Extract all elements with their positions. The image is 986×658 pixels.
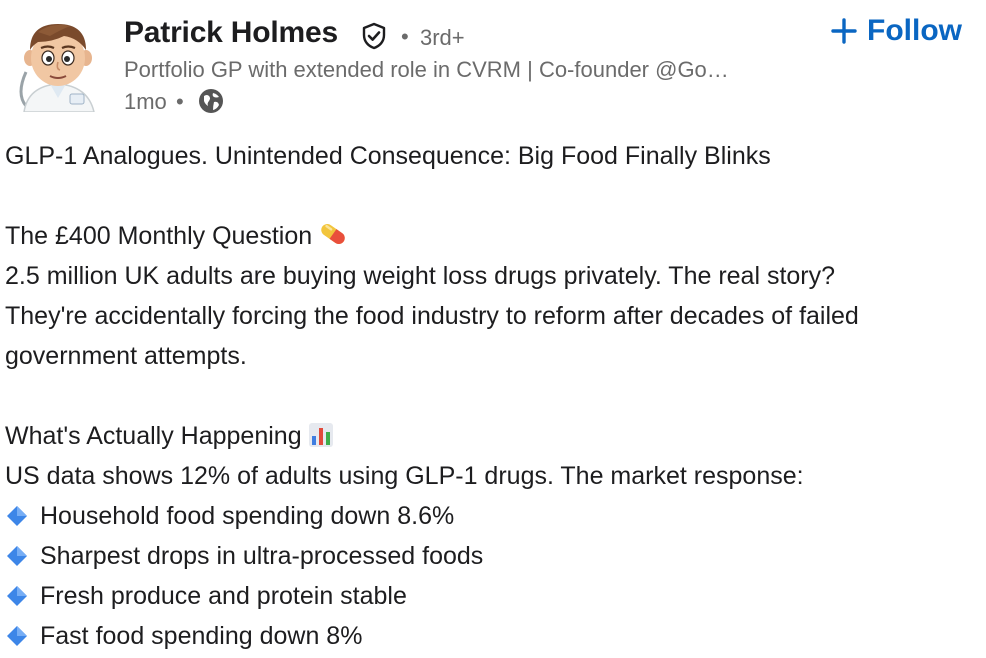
paragraph-line: They're accidentally forcing the food in…	[5, 302, 859, 330]
post-header: Patrick Holmes • 3rd+ Portfolio GP with …	[0, 0, 986, 125]
list-item: Sharpest drops in ultra-processed foods	[5, 536, 986, 576]
list-item-text: Fresh produce and protein stable	[40, 582, 407, 610]
small-blue-diamond-icon	[7, 506, 27, 526]
globe-icon	[199, 89, 223, 113]
paragraph-line: 2.5 million UK adults are buying weight …	[5, 262, 836, 290]
post-body: GLP-1 Analogues. Unintended Consequence:…	[5, 136, 986, 656]
section-heading-text: The £400 Monthly Question	[5, 222, 313, 250]
connection-degree: 3rd+	[420, 25, 465, 50]
small-blue-diamond-icon	[7, 586, 27, 606]
author-name[interactable]: Patrick Holmes	[124, 16, 338, 50]
paragraph-line: government attempts.	[5, 342, 247, 370]
section-heading-text: What's Actually Happening	[5, 422, 302, 450]
list-item-text: Sharpest drops in ultra-processed foods	[40, 542, 484, 570]
section-intro: US data shows 12% of adults using GLP-1 …	[5, 462, 804, 490]
follow-button[interactable]: Follow	[830, 10, 962, 52]
list-item-text: Fast food spending down 8%	[40, 622, 363, 650]
section-heading: The £400 Monthly Question	[5, 216, 986, 256]
section-heading: What's Actually Happening	[5, 416, 986, 456]
separator-dot: •	[401, 24, 409, 49]
avatar[interactable]	[12, 14, 104, 112]
small-blue-diamond-icon	[7, 546, 27, 566]
follow-label: Follow	[867, 14, 962, 47]
post-timestamp: 1mo	[124, 89, 167, 114]
author-headline: Portfolio GP with extended role in CVRM …	[124, 57, 729, 82]
separator-dot: •	[176, 89, 184, 114]
pill-icon	[321, 223, 345, 245]
list-item: Household food spending down 8.6%	[5, 496, 986, 536]
list-item: Fresh produce and protein stable	[5, 576, 986, 616]
bar-chart-icon	[308, 423, 333, 447]
small-blue-diamond-icon	[7, 626, 27, 646]
post-title: GLP-1 Analogues. Unintended Consequence:…	[5, 142, 771, 170]
verified-shield-icon	[362, 22, 386, 50]
plus-icon	[831, 18, 857, 44]
list-item-text: Household food spending down 8.6%	[40, 502, 455, 530]
list-item: Fast food spending down 8%	[5, 616, 986, 656]
